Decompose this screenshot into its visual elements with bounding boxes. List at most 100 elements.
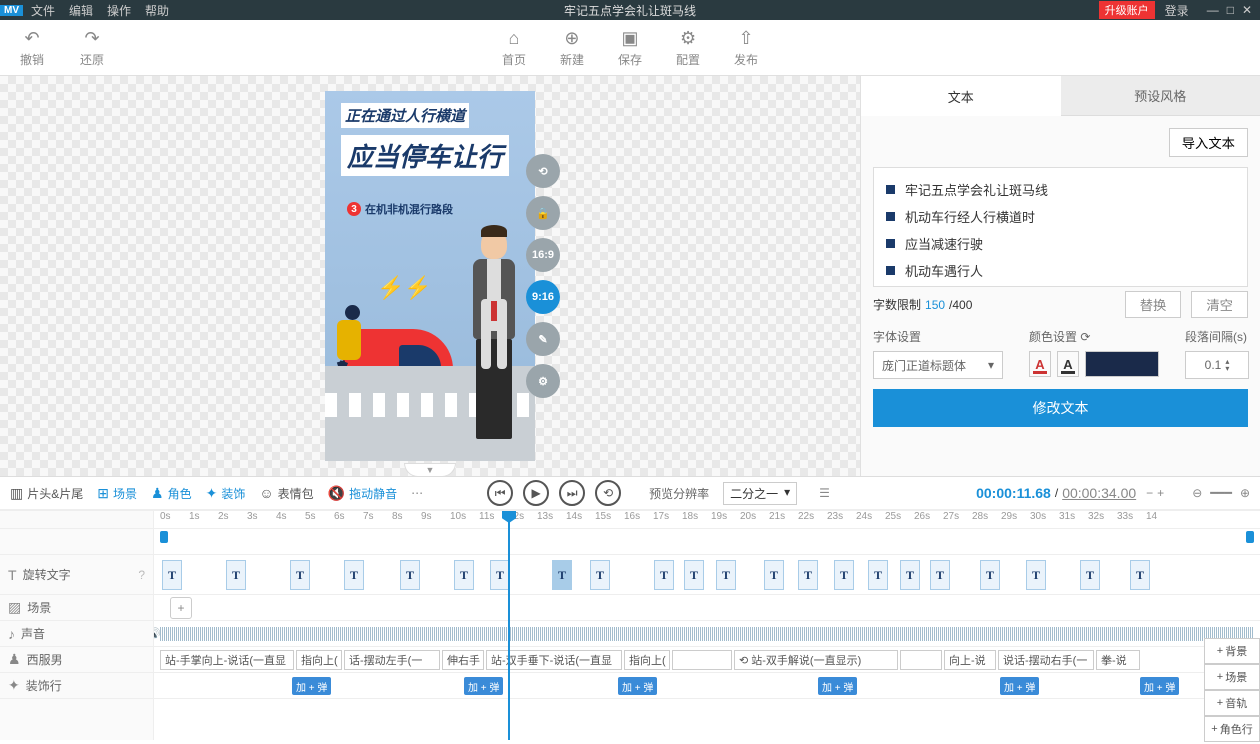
new-button[interactable]: ⊕新建	[560, 28, 584, 68]
layers-icon[interactable]: ☰	[819, 486, 830, 500]
animation-clip[interactable]: ⟲ 站-双手解说(一直显示)	[734, 650, 898, 670]
preview-res-select[interactable]: 二分之一▾	[723, 482, 797, 505]
plus-icon[interactable]: +	[1157, 486, 1164, 500]
text-keyframe[interactable]: T	[764, 560, 784, 590]
text-keyframe[interactable]: T	[226, 560, 246, 590]
edit-tool[interactable]: ✎	[526, 322, 560, 356]
animation-clip[interactable]: 站-手掌向上-说话(一直显	[160, 650, 294, 670]
text-track[interactable]: TTTTTTTTTTTTTTTTTTTTTT	[154, 555, 1260, 595]
text-color-a[interactable]: A	[1029, 351, 1051, 377]
text-keyframe[interactable]: T	[930, 560, 950, 590]
add-role-button[interactable]: + 角色行	[1204, 716, 1260, 742]
text-keyframe[interactable]: T	[654, 560, 674, 590]
avatar-man[interactable]	[459, 229, 529, 459]
close-icon[interactable]: ✕	[1242, 3, 1252, 17]
redo-button[interactable]: ↷还原	[80, 28, 104, 68]
refresh-icon[interactable]: ⟳	[1080, 330, 1090, 344]
scene-track[interactable]: +	[154, 595, 1260, 621]
text-keyframe[interactable]: T	[552, 560, 572, 590]
text-keyframe[interactable]: T	[400, 560, 420, 590]
home-button[interactable]: ⌂首页	[502, 28, 526, 68]
decor-clip[interactable]: 加 + 弹	[618, 677, 657, 695]
zoom-out-icon[interactable]: ⊖	[1192, 486, 1202, 500]
text-keyframe[interactable]: T	[454, 560, 474, 590]
man-track[interactable]: 站-手掌向上-说话(一直显 指向上( 话-摆动左手(一伸右手站-双手垂下-说话(一直…	[154, 647, 1260, 673]
loop-button[interactable]: ⟲	[595, 480, 621, 506]
font-select[interactable]: 庞门正道标题体▾	[873, 351, 1003, 379]
gap-spinner[interactable]: 0.1▴▾	[1185, 351, 1249, 379]
play-button[interactable]: ▶	[523, 480, 549, 506]
ratio-16-9[interactable]: 16:9	[526, 238, 560, 272]
help-icon[interactable]: ?	[138, 568, 145, 582]
list-item[interactable]: 机动车行经人行横道时	[886, 203, 1235, 230]
text-keyframe[interactable]: T	[834, 560, 854, 590]
text-keyframe[interactable]: T	[490, 560, 510, 590]
clear-button[interactable]: 清空	[1191, 291, 1248, 318]
color-swatch[interactable]	[1085, 351, 1159, 377]
decor-clip[interactable]: 加 + 弹	[1140, 677, 1179, 695]
role-button[interactable]: ♟角色	[151, 485, 192, 502]
import-text-button[interactable]: 导入文本	[1169, 128, 1248, 157]
minimize-icon[interactable]: —	[1207, 3, 1219, 17]
animation-clip[interactable]: 说话-摆动右手(一	[998, 650, 1094, 670]
settings-tool[interactable]: ⚙	[526, 364, 560, 398]
menu-help[interactable]: 帮助	[145, 2, 169, 19]
time-ruler[interactable]: 0s1s2s3s4s5s6s7s8s9s10s11s12s13s14s15s16…	[154, 511, 1260, 529]
tab-text[interactable]: 文本	[861, 76, 1061, 116]
text-keyframe[interactable]: T	[1130, 560, 1150, 590]
add-scene-button[interactable]: +	[170, 597, 192, 619]
animation-clip[interactable]: 伸右手	[442, 650, 484, 670]
upgrade-button[interactable]: 升级账户	[1099, 1, 1155, 19]
text-list[interactable]: 牢记五点学会礼让斑马线 机动车行经人行横道时 应当减速行驶 机动车遇行人	[873, 167, 1248, 287]
minus-icon[interactable]: −	[1146, 486, 1153, 500]
zoom-in-icon[interactable]: ⊕	[1240, 486, 1250, 500]
tab-preset[interactable]: 预设风格	[1061, 76, 1260, 116]
rotate-tool[interactable]: ⟲	[526, 154, 560, 188]
track-sound[interactable]: 声音	[21, 625, 45, 642]
menu-edit[interactable]: 编辑	[69, 2, 93, 19]
add-scene-button-side[interactable]: + 场景	[1204, 664, 1260, 690]
text-keyframe[interactable]: T	[716, 560, 736, 590]
prev-button[interactable]: ⏮	[487, 480, 513, 506]
track-decor[interactable]: 装饰行	[26, 677, 62, 694]
list-item[interactable]: 牢记五点学会礼让斑马线	[886, 176, 1235, 203]
animation-clip[interactable]: 指向上(	[624, 650, 670, 670]
text-keyframe[interactable]: T	[344, 560, 364, 590]
lock-tool[interactable]: 🔒	[526, 196, 560, 230]
decor-clip[interactable]: 加 + 弹	[818, 677, 857, 695]
emoji-button[interactable]: ☺表情包	[259, 485, 313, 502]
sound-track[interactable]: 🔊	[154, 621, 1260, 647]
add-bg-button[interactable]: + 背景	[1204, 638, 1260, 664]
decor-clip[interactable]: 加 + 弹	[292, 677, 331, 695]
animation-clip[interactable]: 站-双手垂下-说话(一直显	[486, 650, 622, 670]
canvas-area[interactable]: 正在通过人行横道 应当停车让行 3 在机非机混行路段 ⚡⚡ ⟲ 🔒 16:9 9…	[0, 76, 860, 476]
range-start-handle[interactable]	[160, 531, 168, 543]
text-keyframe[interactable]: T	[798, 560, 818, 590]
mute-drag-button[interactable]: 🔇拖动静音	[328, 485, 397, 502]
range-end-handle[interactable]	[1246, 531, 1254, 543]
range-row[interactable]	[154, 529, 1260, 555]
text-keyframe[interactable]: T	[290, 560, 310, 590]
animation-clip[interactable]: 向上-说	[944, 650, 996, 670]
add-audio-button[interactable]: + 音轨	[1204, 690, 1260, 716]
animation-clip[interactable]	[900, 650, 942, 670]
animation-clip[interactable]: 拳-说	[1096, 650, 1140, 670]
login-button[interactable]: 登录	[1165, 2, 1189, 19]
text-keyframe[interactable]: T	[868, 560, 888, 590]
undo-button[interactable]: ↶撤销	[20, 28, 44, 68]
text-keyframe[interactable]: T	[590, 560, 610, 590]
animation-clip[interactable]: 话-摆动左手(一	[344, 650, 440, 670]
decor-track[interactable]: 加 + 弹加 + 弹加 + 弹加 + 弹加 + 弹加 + 弹	[154, 673, 1260, 699]
head-tail-button[interactable]: ▥片头&片尾	[10, 485, 83, 502]
text-keyframe[interactable]: T	[1080, 560, 1100, 590]
panel-collapse-handle[interactable]: ▼	[404, 463, 456, 477]
menu-action[interactable]: 操作	[107, 2, 131, 19]
zoom-slider[interactable]: ━━━	[1210, 486, 1232, 500]
text-keyframe[interactable]: T	[1026, 560, 1046, 590]
text-keyframe[interactable]: T	[980, 560, 1000, 590]
publish-button[interactable]: ⇧发布	[734, 28, 758, 68]
replace-button[interactable]: 替换	[1125, 291, 1182, 318]
config-button[interactable]: ⚙配置	[676, 28, 700, 68]
text-keyframe[interactable]: T	[684, 560, 704, 590]
track-man[interactable]: 西服男	[27, 651, 63, 668]
